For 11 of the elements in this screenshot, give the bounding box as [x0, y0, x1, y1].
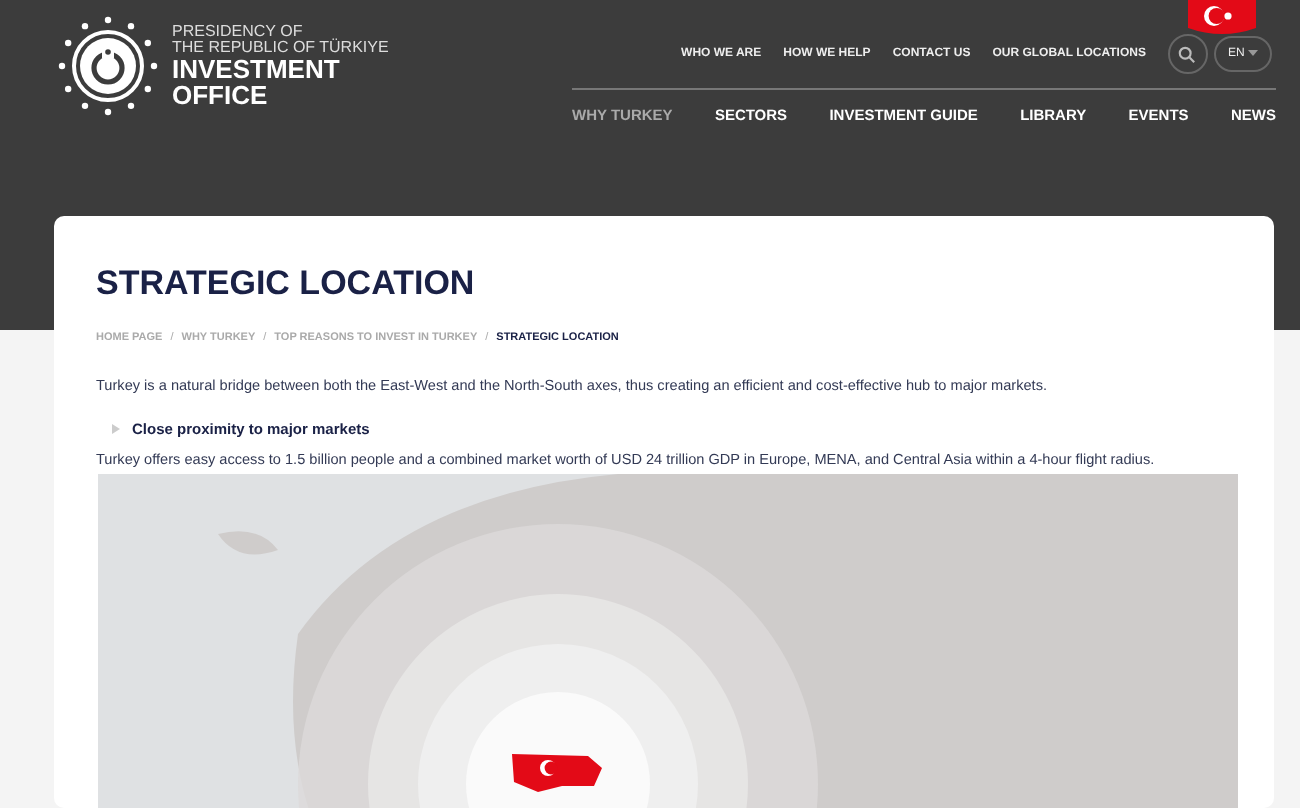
logo-icon	[56, 14, 160, 118]
logo-text: INVESTMENT	[172, 56, 342, 82]
flag-icon	[1188, 0, 1256, 36]
caret-icon	[1248, 50, 1258, 56]
logo-text: PRESIDENCY OF	[172, 24, 305, 40]
logo-text: OFFICE	[172, 82, 270, 108]
search-icon	[1178, 45, 1197, 63]
bullet-icon	[112, 424, 120, 434]
page-title: STRATEGIC LOCATION	[96, 264, 477, 304]
search-button[interactable]	[1167, 34, 1208, 74]
logo-text: THE REPUBLIC OF TÜRKIYE	[172, 40, 389, 56]
